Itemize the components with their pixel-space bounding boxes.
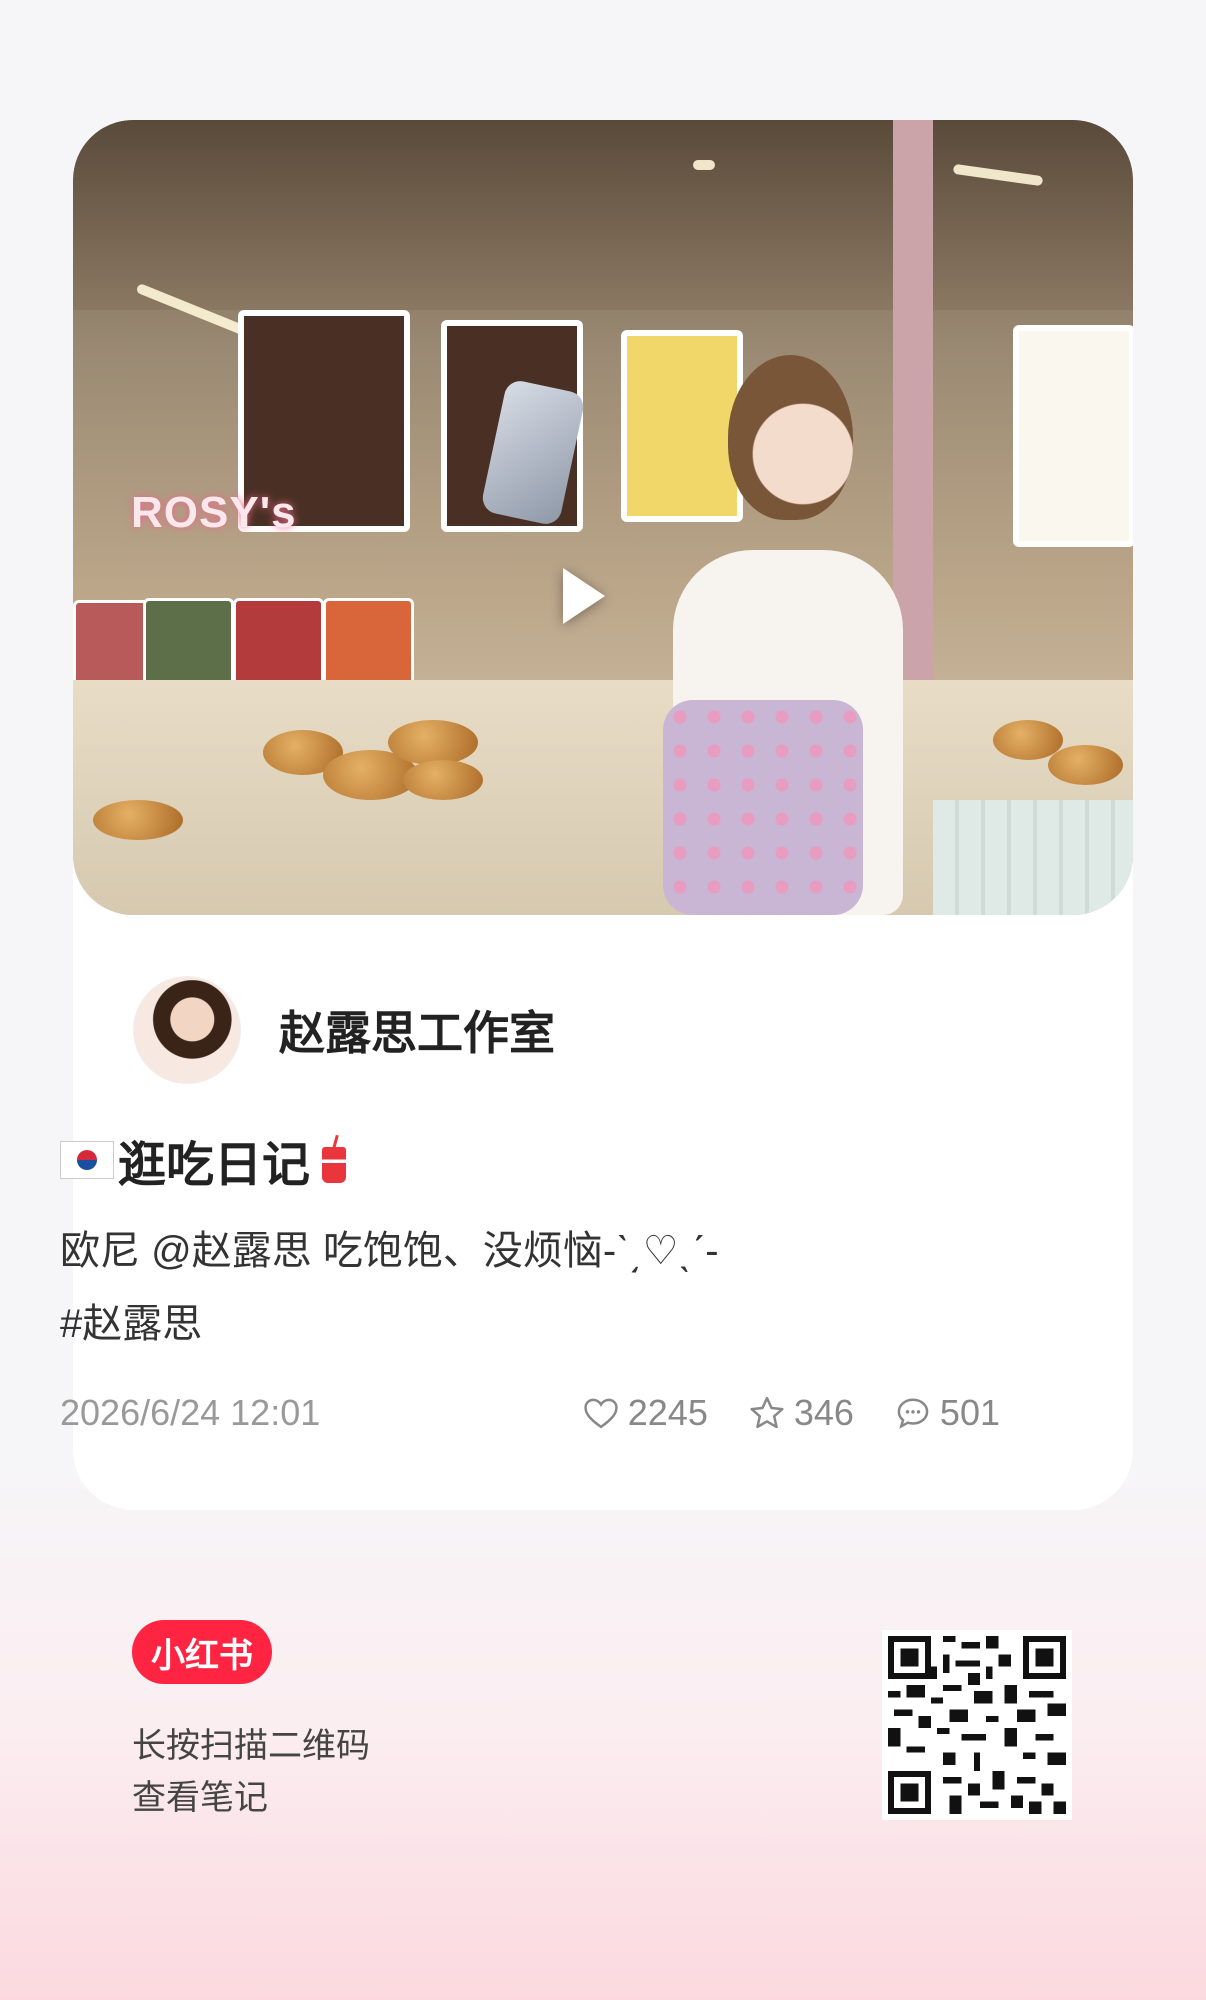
person-head (728, 355, 853, 520)
avatar[interactable] (133, 976, 241, 1084)
ceiling (73, 120, 1133, 310)
post-date: 2026/6/24 12:01 (60, 1392, 321, 1433)
collect-count: 346 (793, 1392, 854, 1433)
heart-icon (584, 1398, 618, 1429)
author-name[interactable]: 赵露思工作室 (279, 997, 555, 1063)
bread (388, 720, 478, 765)
poster-fruit-roll (621, 330, 743, 522)
qr-code[interactable] (882, 1630, 1072, 1820)
bread (93, 800, 183, 840)
like-count: 2245 (627, 1392, 708, 1433)
comment-count: 501 (939, 1392, 1000, 1433)
korea-flag-icon (60, 1141, 114, 1179)
shelf-panel (933, 800, 1133, 915)
video-thumbnail[interactable]: ROSY's (73, 120, 1133, 915)
hashtag-link[interactable]: #赵露思 (60, 1288, 719, 1361)
description-line: 欧尼 @赵露思 吃饱饱、没烦恼-ˋ͵♡ˎˊ- (60, 1229, 719, 1273)
note-description: 欧尼 @赵露思 吃饱饱、没烦恼-ˋ͵♡ˎˊ- #赵露思 (60, 1215, 719, 1361)
like-button[interactable]: 2245 (582, 1392, 708, 1434)
collect-button[interactable]: 346 (748, 1392, 854, 1434)
qr-code-icon (888, 1636, 1066, 1814)
star-icon (750, 1396, 784, 1429)
scan-line: 查看笔记 (132, 1779, 268, 1817)
polka-dot-bag (663, 700, 863, 915)
comment-button[interactable]: 501 (894, 1392, 1000, 1434)
scan-instruction: 长按扫描二维码 查看笔记 (132, 1720, 370, 1824)
bread (1048, 745, 1123, 785)
scan-line: 长按扫描二维码 (132, 1727, 370, 1765)
drink-cup-icon (320, 1135, 348, 1185)
note-meta: 2026/6/24 12:01 2245 346 501 (60, 1390, 1000, 1436)
comment-icon (897, 1398, 929, 1429)
bread (403, 760, 483, 800)
shop-sign-text: ROSY's (131, 488, 297, 537)
note-title: 逛吃日记 (118, 1139, 311, 1192)
play-icon[interactable] (563, 568, 605, 624)
poster-menu (1013, 325, 1133, 547)
note-title-row: 逛吃日记 (60, 1125, 348, 1195)
xiaohongshu-logo: 小红书 (132, 1620, 272, 1684)
ceiling-light (693, 160, 715, 170)
author-row[interactable]: 赵露思工作室 (133, 975, 555, 1085)
